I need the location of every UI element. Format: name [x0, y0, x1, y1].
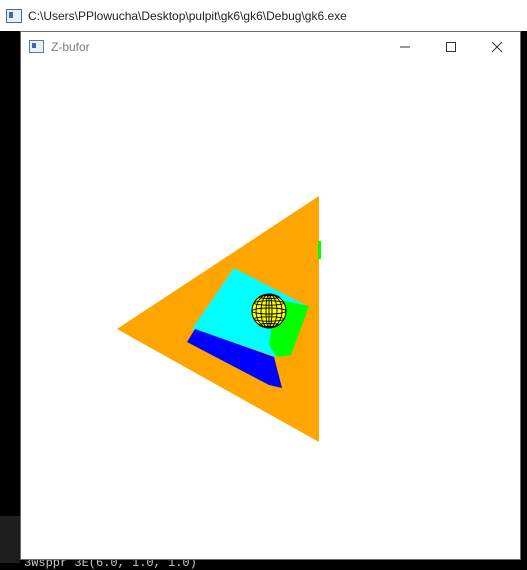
- green-edge-sliver: [318, 241, 321, 259]
- console-app-icon: [6, 8, 22, 23]
- console-scroll-area: [0, 516, 20, 563]
- render-canvas[interactable]: [21, 61, 520, 559]
- maximize-icon: [446, 41, 456, 52]
- close-icon: [491, 41, 503, 52]
- yellow-sphere: [251, 293, 287, 329]
- console-titlebar[interactable]: C:\Users\PPlowucha\Desktop\pulpit\gk6\gk…: [0, 0, 527, 31]
- window-titlebar[interactable]: Z-bufor: [21, 32, 520, 61]
- window-app-icon: [29, 40, 44, 53]
- minimize-icon: [400, 46, 410, 47]
- window-controls: [382, 32, 520, 61]
- close-button[interactable]: [474, 32, 520, 61]
- console-title: C:\Users\PPlowucha\Desktop\pulpit\gk6\gk…: [28, 8, 347, 23]
- zbufor-window[interactable]: Z-bufor: [20, 31, 521, 560]
- maximize-button[interactable]: [428, 32, 474, 61]
- minimize-button[interactable]: [382, 32, 428, 61]
- window-title: Z-bufor: [51, 39, 90, 54]
